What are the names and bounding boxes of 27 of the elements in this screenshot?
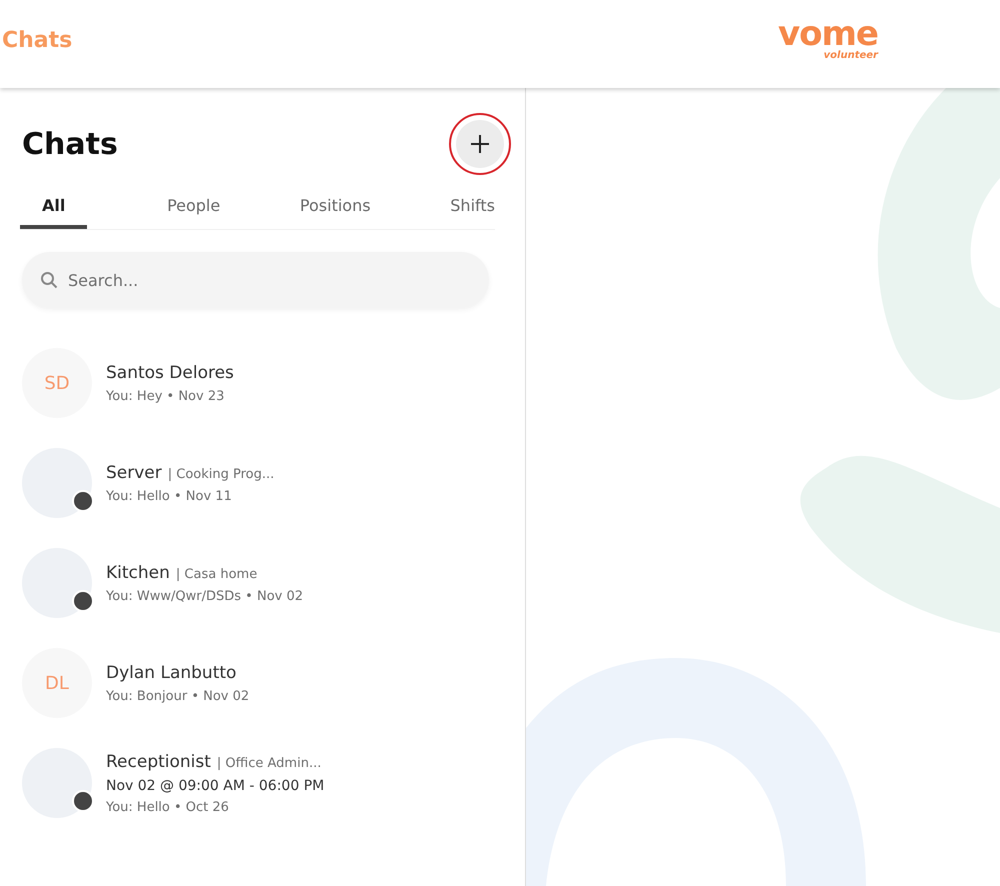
new-chat-button[interactable] — [456, 120, 504, 168]
chat-name[interactable]: Dylan Lanbutto — [106, 662, 236, 682]
chat-name[interactable]: Kitchen — [106, 562, 170, 582]
logo: vome volunteer — [778, 17, 878, 61]
message-preview: You: Www/Qwr/DSDs • Nov 02 — [106, 588, 304, 604]
shift-time: Nov 02 @ 09:00 AM - 06:00 PM — [106, 778, 324, 794]
avatar: DL — [22, 648, 92, 718]
chat-name[interactable]: Server — [106, 462, 162, 482]
message-preview: You: Hey • Nov 23 — [106, 388, 226, 404]
filter-tab[interactable]: Shifts — [450, 190, 495, 229]
chat-context: | Casa home — [176, 566, 258, 582]
chat-name[interactable]: Santos Delores — [106, 362, 234, 382]
panel-title: Chats — [22, 126, 118, 162]
avatar: SD — [22, 348, 92, 418]
search-icon — [40, 271, 58, 289]
chat-context: | Cooking Prog... — [168, 466, 274, 482]
message-preview: You: Hello • Nov 11 — [106, 488, 233, 504]
filter-tab[interactable]: All — [20, 190, 88, 229]
chat-name[interactable]: Receptionist — [106, 752, 211, 772]
plus-icon — [469, 133, 491, 155]
chat-context: | Office Admin... — [216, 756, 322, 770]
message-preview: You: Hello • Oct 26 — [106, 800, 230, 814]
filter-tab[interactable]: People — [167, 190, 220, 229]
message-preview: You: Bonjour • Nov 02 — [106, 688, 250, 704]
page-title: Chats — [1, 28, 72, 52]
filter-tab[interactable]: Positions — [300, 190, 371, 229]
search-field[interactable]: Search... — [22, 252, 489, 308]
